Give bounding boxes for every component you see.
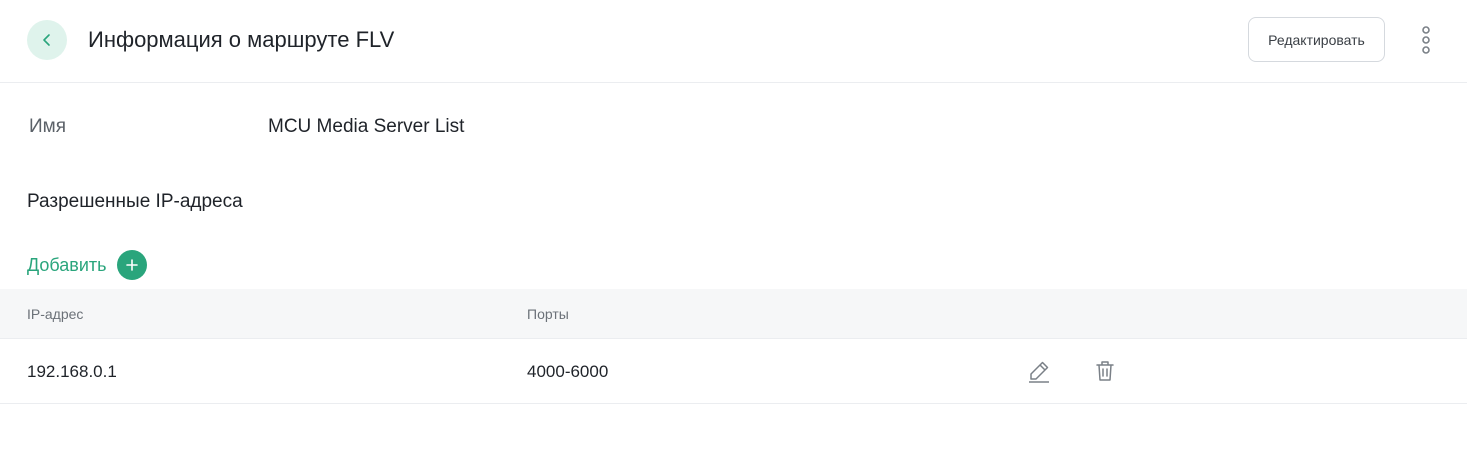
name-label: Имя xyxy=(29,116,67,137)
add-label: Добавить xyxy=(27,254,107,275)
allowed-ips-title: Разрешенные IP-адреса xyxy=(27,191,243,212)
trash-icon xyxy=(1094,359,1116,383)
cell-ports: 4000-6000 xyxy=(527,362,609,381)
more-vertical-icon xyxy=(1421,26,1431,54)
edit-row-button[interactable] xyxy=(1026,358,1052,384)
back-button[interactable] xyxy=(27,20,67,60)
plus-icon xyxy=(116,250,147,280)
page-header: Информация о маршруте FLV Редактировать xyxy=(0,0,1467,83)
column-header-ip: IP-адрес xyxy=(27,306,84,322)
add-ip-button[interactable]: Добавить xyxy=(27,250,147,280)
chevron-left-icon xyxy=(40,33,54,47)
edit-button[interactable]: Редактировать xyxy=(1248,17,1385,62)
delete-row-button[interactable] xyxy=(1092,358,1118,384)
table-header: IP-адрес Порты xyxy=(0,289,1467,339)
more-options-button[interactable] xyxy=(1414,24,1438,56)
name-value: MCU Media Server List xyxy=(268,116,465,137)
cell-ip: 192.168.0.1 xyxy=(27,362,117,381)
table-row: 192.168.0.1 4000-6000 xyxy=(0,339,1467,404)
column-header-ports: Порты xyxy=(527,306,569,322)
edit-pencil-icon xyxy=(1027,359,1051,383)
page-title: Информация о маршруте FLV xyxy=(88,27,395,52)
